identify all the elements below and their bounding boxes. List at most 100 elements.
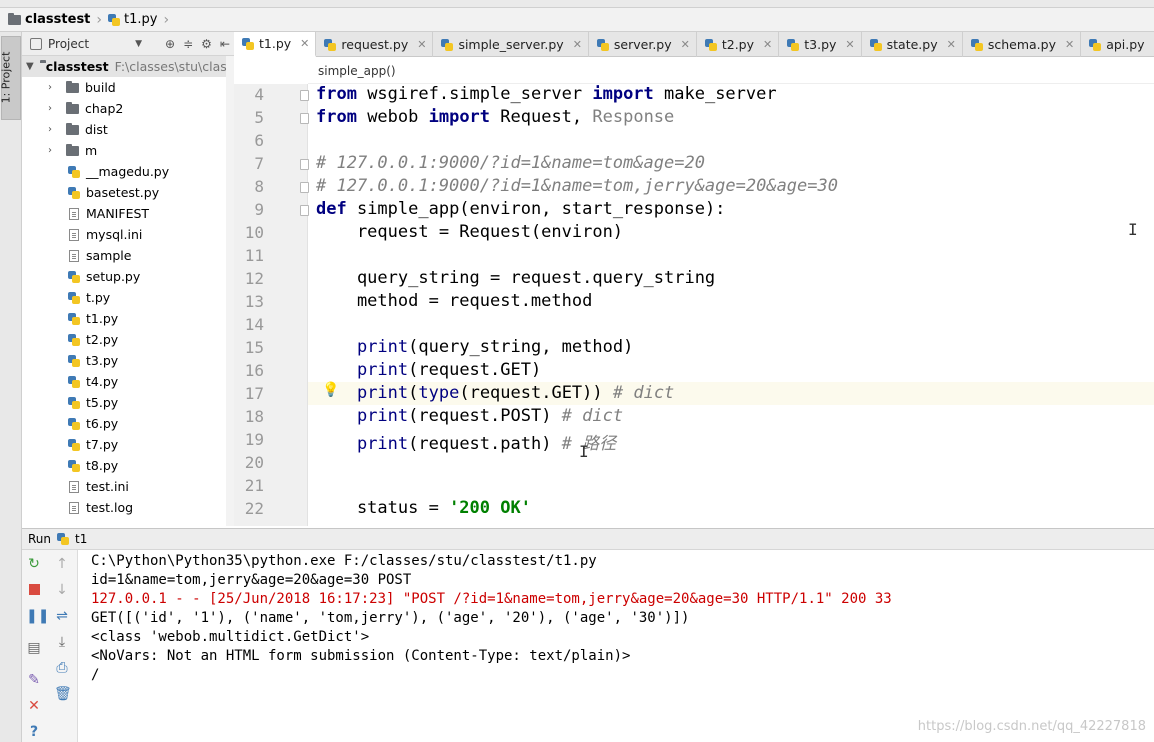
trash-icon[interactable]: 🗑 [54, 686, 72, 702]
tree-root[interactable]: ▼ classtest F:\classes\stu\classt [22, 56, 234, 77]
close-icon[interactable]: ✕ [417, 38, 426, 51]
chevron-right-icon[interactable]: › [44, 103, 56, 114]
tab-server[interactable]: server.py ✕ [589, 32, 697, 57]
tab-t1[interactable]: t1.py ✕ [234, 32, 317, 57]
pin-icon[interactable]: ✎ [26, 672, 42, 688]
folder-icon [66, 101, 79, 114]
project-view-icon [30, 37, 42, 50]
code-line-10: request = Request(environ) [316, 222, 624, 242]
close-icon[interactable]: ✕ [947, 38, 956, 51]
dropdown-arrow-icon[interactable]: ▼ [135, 39, 142, 49]
tree-folder[interactable]: › chap2 [22, 98, 234, 119]
tree-file-label: t7.py [86, 437, 119, 452]
tree-folder[interactable]: › build [22, 77, 234, 98]
up-arrow-icon[interactable]: ↑ [54, 556, 70, 572]
python-file-icon [68, 270, 80, 283]
rerun-icon[interactable]: ↻ [26, 556, 42, 572]
close-icon[interactable]: ✕ [1065, 38, 1074, 51]
tree-folder-label: chap2 [85, 101, 124, 116]
hide-icon[interactable]: ⇤ [220, 37, 230, 51]
tree-file[interactable]: test.log [22, 497, 234, 518]
close-icon[interactable]: ✕ [763, 38, 772, 51]
scroll-to-end-icon[interactable]: ⤓ [54, 634, 70, 650]
folder-icon [66, 122, 79, 135]
print-icon[interactable]: ⎙ [54, 660, 70, 676]
tree-file[interactable]: t1.py [22, 308, 234, 329]
expand-arrow-icon[interactable]: ▼ [26, 61, 34, 72]
breadcrumb-project[interactable]: classtest [8, 12, 90, 27]
code-text: (request.path) [408, 434, 562, 454]
run-panel-header: Run t1 [22, 528, 1154, 550]
tree-file[interactable]: t5.py [22, 392, 234, 413]
tree-root-path: F:\classes\stu\classt [114, 59, 234, 74]
tree-file[interactable]: t6.py [22, 413, 234, 434]
layout-icon[interactable]: ▤ [26, 640, 42, 656]
chevron-right-icon[interactable]: › [44, 124, 56, 135]
help-icon[interactable]: ? [26, 724, 42, 740]
tab-t3[interactable]: t3.py ✕ [779, 32, 862, 57]
tab-state[interactable]: state.py ✕ [862, 32, 963, 57]
tree-file[interactable]: t3.py [22, 350, 234, 371]
down-arrow-icon[interactable]: ↓ [54, 582, 70, 598]
tree-file[interactable]: basetest.py [22, 182, 234, 203]
python-file-icon [68, 459, 80, 472]
tree-folder[interactable]: › dist [22, 119, 234, 140]
soft-wrap-icon[interactable]: ⇌ [54, 608, 70, 624]
line-number: 13 [244, 292, 264, 311]
tab-request[interactable]: request.py ✕ [316, 32, 434, 57]
gear-icon[interactable]: ⚙ [201, 37, 212, 51]
code-line-17: print(type(request.GET)) # dict [316, 383, 674, 406]
close-icon[interactable]: ✕ [845, 38, 854, 51]
tree-file[interactable]: t.py [22, 287, 234, 308]
collapse-icon[interactable]: ≑ [183, 37, 193, 51]
line-number: 15 [244, 338, 264, 357]
tree-file[interactable]: setup.py [22, 266, 234, 287]
project-view-selector[interactable]: Project [48, 37, 89, 51]
code-text: wsgiref.simple_server [356, 84, 593, 104]
tree-file[interactable]: __magedu.py [22, 161, 234, 182]
tab-schema[interactable]: schema.py ✕ [963, 32, 1082, 57]
close-icon[interactable]: ✕ [300, 37, 309, 50]
project-tool-window-tab[interactable]: 1: Project [0, 36, 21, 120]
tree-file[interactable]: t2.py [22, 329, 234, 350]
stop-icon[interactable] [26, 582, 42, 598]
tree-file[interactable]: t8.py [22, 455, 234, 476]
run-config-tab[interactable]: t1 [75, 532, 87, 546]
tree-file-label: t3.py [86, 353, 119, 368]
close-icon[interactable]: ✕ [681, 38, 690, 51]
tree-file[interactable]: t7.py [22, 434, 234, 455]
tab-api[interactable]: api.py✕ [1081, 32, 1154, 57]
tree-file[interactable]: test.ini [22, 476, 234, 497]
tab-t2[interactable]: t2.py ✕ [697, 32, 780, 57]
code-text: webob [356, 107, 429, 127]
close-icon[interactable]: ✕ [573, 38, 582, 51]
tree-folder[interactable]: › m [22, 140, 234, 161]
pause-icon[interactable]: ❚❚ [26, 608, 49, 624]
locate-icon[interactable]: ⊕ [165, 37, 175, 51]
keyword: import [592, 84, 654, 104]
python-file-icon [68, 165, 80, 178]
tab-simple-server[interactable]: simple_server.py ✕ [433, 32, 589, 57]
tree-file-label: setup.py [86, 269, 141, 284]
builtin: print [356, 406, 409, 426]
python-file-icon [68, 438, 80, 451]
close-icon[interactable]: ✕ [26, 698, 42, 714]
chevron-right-icon[interactable]: › [44, 145, 56, 156]
tree-file-label: t.py [86, 290, 111, 305]
breadcrumb-file[interactable]: t1.py [108, 12, 157, 27]
run-console[interactable]: C:\Python\Python35\python.exe F:/classes… [78, 550, 1154, 742]
code-line-7: # 127.0.0.1:9000/?id=1&name=tom&age=20 [316, 153, 705, 173]
tree-file[interactable]: mysql.ini [22, 224, 234, 245]
line-number: 16 [244, 361, 264, 380]
line-number: 8 [254, 177, 264, 196]
code-text: Request, [490, 107, 593, 127]
tree-folder-label: build [85, 80, 116, 95]
tree-file[interactable]: MANIFEST [22, 203, 234, 224]
tree-file[interactable]: t4.py [22, 371, 234, 392]
chevron-right-icon[interactable]: › [44, 82, 56, 93]
line-number: 14 [244, 315, 264, 334]
tree-file[interactable]: sample [22, 245, 234, 266]
tree-scrollbar[interactable] [226, 56, 234, 526]
code-editor[interactable]: from wsgiref.simple_server import make_s… [308, 84, 1154, 526]
function-crumb[interactable]: simple_app() [318, 64, 396, 78]
